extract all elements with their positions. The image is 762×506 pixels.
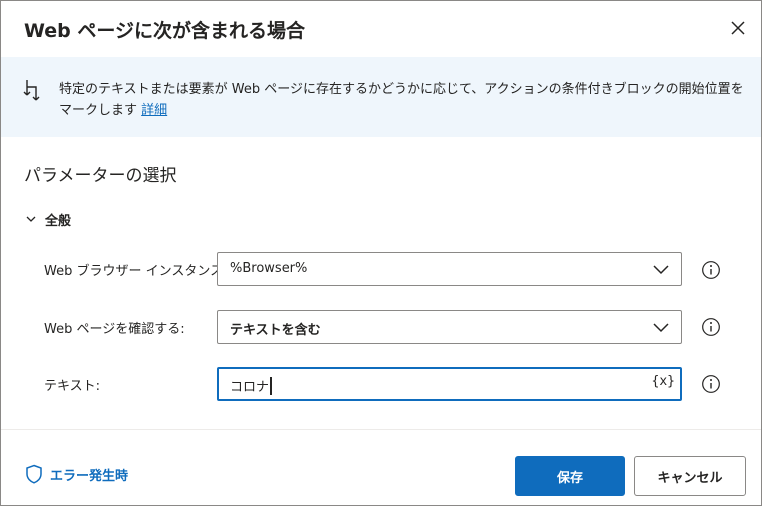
dialog-header: Web ページに次が含まれる場合 [1,1,761,57]
close-button[interactable] [727,17,749,39]
save-button[interactable]: 保存 [515,456,625,496]
text-input[interactable]: コロナ {x} [217,367,682,401]
section-title: パラメーターの選択 [24,166,177,186]
general-group-toggle[interactable]: 全般 [25,209,71,229]
branch-icon [23,80,40,101]
check-page-label: Web ページを確認する: [44,322,185,337]
dialog: Web ページに次が含まれる場合 特定のテキストまたは要素が Web ページに存… [0,0,762,506]
browser-instance-label: Web ブラウザー インスタンス: [44,264,228,279]
banner-description: 特定のテキストまたは要素が Web ページに存在するかどうかに応じて、アクション… [59,79,749,121]
shield-icon [26,464,42,484]
text-caret [270,377,272,395]
info-icon[interactable] [701,374,721,394]
on-error-link[interactable]: エラー発生時 [25,464,128,484]
dialog-title: Web ページに次が含まれる場合 [24,20,306,42]
info-icon[interactable] [701,260,721,280]
learn-more-link[interactable]: 詳細 [141,103,167,118]
browser-instance-value: %Browser% [230,261,308,276]
info-icon[interactable] [701,317,721,337]
group-label: 全般 [45,213,72,229]
text-input-text: コロナ [230,380,270,395]
chevron-down-icon[interactable] [653,321,669,333]
chevron-down-icon [26,216,36,222]
close-icon [731,21,745,35]
insert-variable-button[interactable]: {x} [652,374,675,389]
check-page-value: テキストを含む [230,323,321,338]
info-banner: 特定のテキストまたは要素が Web ページに存在するかどうかに応じて、アクション… [1,57,761,137]
chevron-down-icon[interactable] [653,263,669,275]
on-error-label: エラー発生時 [50,468,129,484]
browser-instance-dropdown[interactable]: %Browser% [217,252,682,286]
text-label: テキスト: [44,379,100,394]
text-input-value: コロナ [230,376,272,395]
check-page-dropdown[interactable]: テキストを含む [217,310,682,344]
cancel-button[interactable]: キャンセル [634,456,746,496]
footer-divider [1,429,761,430]
